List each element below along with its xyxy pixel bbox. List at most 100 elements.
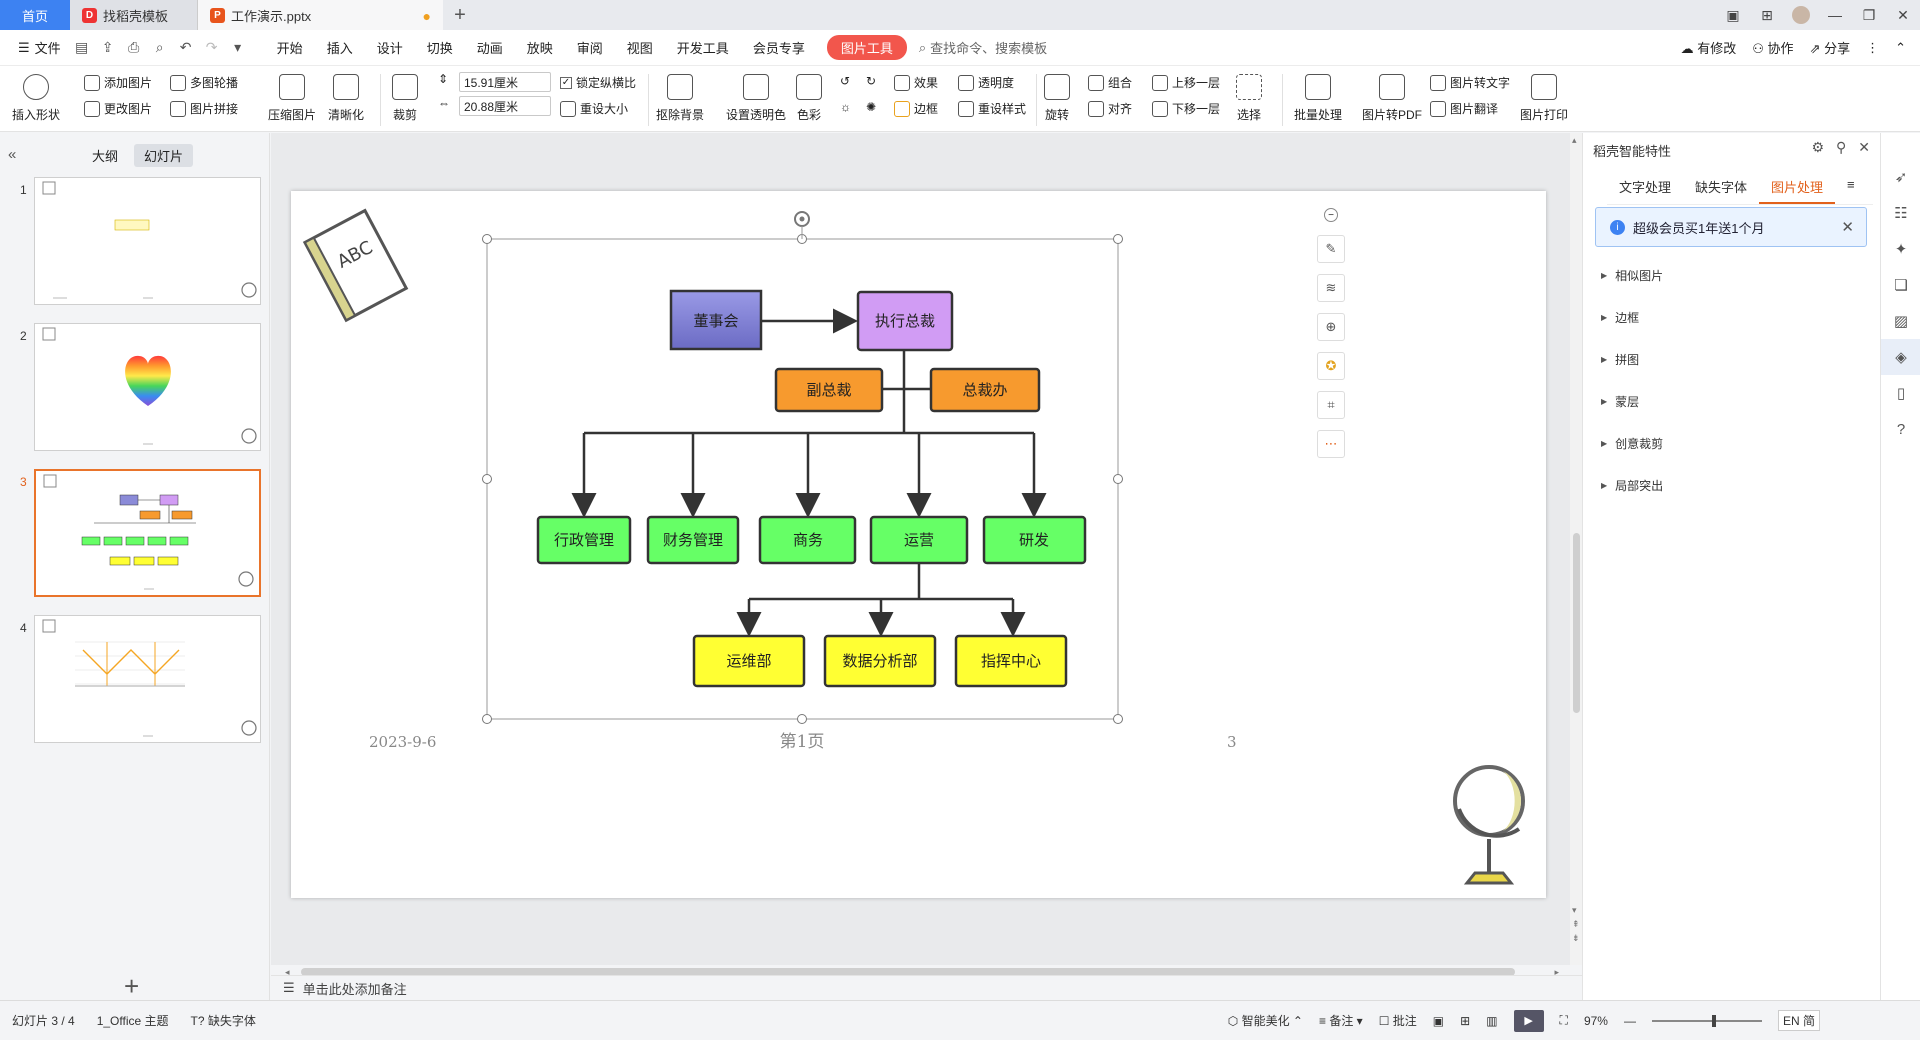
menu-slideshow[interactable]: 放映: [515, 38, 565, 57]
rotate-handle-icon[interactable]: [794, 211, 810, 239]
remove-background-button[interactable]: 抠除背景: [656, 74, 704, 123]
image-to-pdf-button[interactable]: 图片转PDF: [1362, 74, 1422, 123]
section-collage[interactable]: ▶ 拼图: [1601, 351, 1639, 368]
brightness-up-icon[interactable]: ✺: [866, 100, 876, 114]
select-button[interactable]: 选择: [1236, 74, 1262, 123]
tab-slides[interactable]: 幻灯片: [134, 143, 194, 167]
redo-icon[interactable]: ↷: [199, 35, 225, 61]
rotate-left-icon[interactable]: ↺: [840, 74, 850, 88]
zoom-in-icon[interactable]: ⊕: [1317, 313, 1345, 341]
tab-image-processing[interactable]: 图片处理: [1759, 171, 1836, 204]
border-button[interactable]: 边框: [894, 100, 938, 117]
menu-transitions[interactable]: 切换: [415, 38, 465, 57]
tab-home[interactable]: 首页: [0, 0, 70, 30]
zoom-out-button[interactable]: —: [1624, 1014, 1636, 1028]
change-image-button[interactable]: 更改图片: [84, 100, 152, 117]
zoom-slider[interactable]: [1651, 1014, 1762, 1027]
book-icon[interactable]: ▯: [1881, 375, 1920, 411]
sorter-view-icon[interactable]: ⊞: [1460, 1014, 1470, 1028]
sharpen-button[interactable]: 清晰化: [328, 74, 364, 123]
height-input[interactable]: 20.88厘米: [459, 96, 551, 116]
rocket-icon[interactable]: ➶: [1881, 159, 1920, 195]
more-options-icon[interactable]: ⋯: [1317, 430, 1345, 458]
apps-grid-icon[interactable]: ⊞: [1750, 0, 1784, 30]
edit-image-icon[interactable]: ✎: [1317, 235, 1345, 263]
tab-template-store[interactable]: D 找稻壳模板: [70, 0, 198, 30]
tab-menu-icon[interactable]: ≡: [1835, 171, 1867, 204]
notes-area[interactable]: ☰ 单击此处添加备注: [271, 975, 1582, 1000]
more-icon[interactable]: ⋮: [1866, 40, 1879, 56]
send-backward-button[interactable]: 下移一层: [1152, 100, 1220, 117]
avatar[interactable]: [1784, 0, 1818, 30]
help-icon[interactable]: ?: [1881, 411, 1920, 447]
member-promo-banner[interactable]: i 超级会员买1年送1个月 ✕: [1595, 207, 1867, 247]
layout-icon[interactable]: ▣: [1716, 0, 1750, 30]
menu-developer[interactable]: 开发工具: [665, 38, 741, 57]
image-to-text-button[interactable]: 图片转文字: [1430, 74, 1510, 91]
normal-view-icon[interactable]: ▣: [1433, 1014, 1444, 1028]
transparency-button[interactable]: 透明度: [958, 74, 1014, 91]
slide-thumbnail-selected[interactable]: [34, 469, 261, 597]
menu-picture-tools[interactable]: 图片工具: [826, 35, 907, 60]
theme-name[interactable]: 1_Office 主题: [97, 1012, 169, 1029]
image-translate-button[interactable]: 图片翻译: [1430, 100, 1498, 117]
settings-icon[interactable]: ⚙: [1811, 139, 1824, 156]
play-slideshow-button[interactable]: ▶: [1513, 1009, 1544, 1032]
fit-window-icon[interactable]: ⛶: [1560, 1013, 1568, 1028]
zoom-out-icon[interactable]: −: [1317, 205, 1345, 225]
close-banner-icon[interactable]: ✕: [1841, 218, 1854, 236]
share-button[interactable]: ⇗ 分享: [1810, 38, 1851, 57]
new-tab-button[interactable]: +: [443, 0, 477, 30]
effects-button[interactable]: 效果: [894, 74, 938, 91]
menu-review[interactable]: 审阅: [565, 38, 615, 57]
tab-document[interactable]: P 工作演示.pptx ●: [198, 0, 443, 30]
menu-view[interactable]: 视图: [615, 38, 665, 57]
zoom-slider-knob[interactable]: [1711, 1014, 1716, 1027]
tab-outline[interactable]: 大纲: [82, 144, 128, 167]
lock-ratio-checkbox[interactable]: ✓ 锁定纵横比: [560, 74, 636, 91]
reset-style-button[interactable]: 重设样式: [958, 100, 1026, 117]
tab-text-processing[interactable]: 文字处理: [1607, 171, 1683, 204]
close-panel-icon[interactable]: ✕: [1858, 139, 1870, 156]
image-print-button[interactable]: 图片打印: [1520, 74, 1568, 123]
menu-home[interactable]: 开始: [265, 38, 315, 57]
modified-button[interactable]: ☁ 有修改: [1681, 38, 1737, 57]
bring-forward-button[interactable]: 上移一层: [1152, 74, 1220, 91]
brightness-down-icon[interactable]: ☼: [840, 100, 851, 114]
align-button[interactable]: 对齐: [1088, 100, 1132, 117]
save-icon[interactable]: ▤: [69, 35, 95, 61]
crop-tool-icon[interactable]: ⌗: [1317, 391, 1345, 419]
smart-feature-icon[interactable]: ◈: [1881, 339, 1920, 375]
slide-thumbnail[interactable]: [34, 323, 261, 451]
undo-icon[interactable]: ↶: [173, 35, 199, 61]
add-slide-button[interactable]: +: [124, 971, 139, 1002]
collapse-ribbon-icon[interactable]: ⌃: [1895, 40, 1906, 56]
width-input[interactable]: 15.91厘米: [459, 72, 551, 92]
group-button[interactable]: 组合: [1088, 74, 1132, 91]
missing-font-button[interactable]: T? 缺失字体: [191, 1012, 256, 1029]
add-image-button[interactable]: 添加图片: [84, 74, 152, 91]
close-window-button[interactable]: ✕: [1886, 0, 1920, 30]
comments-button[interactable]: ☐ 批注: [1379, 1012, 1417, 1029]
image-stitch-button[interactable]: 图片拼接: [170, 100, 238, 117]
color-button[interactable]: 色彩: [796, 74, 822, 123]
reading-view-icon[interactable]: ▥: [1486, 1014, 1497, 1028]
menu-design[interactable]: 设计: [365, 38, 415, 57]
collab-button[interactable]: ⚇ 协作: [1752, 38, 1793, 57]
compress-image-button[interactable]: 压缩图片: [268, 74, 316, 123]
vertical-scrollbar[interactable]: ▴ ▾ ⇞ ⇟: [1570, 133, 1582, 965]
minimize-button[interactable]: —: [1818, 0, 1852, 30]
slide-thumbnail[interactable]: [34, 177, 261, 305]
zoom-level[interactable]: 97%: [1584, 1014, 1608, 1028]
smart-beautify-button[interactable]: ⬡ 智能美化 ⌃: [1228, 1012, 1303, 1029]
restore-button[interactable]: ❐: [1852, 0, 1886, 30]
section-local-highlight[interactable]: ▶ 局部突出: [1601, 477, 1663, 494]
insert-shape-button[interactable]: 插入形状: [12, 74, 60, 123]
rotate-button[interactable]: 旋转: [1044, 74, 1070, 123]
section-mask[interactable]: ▶ 蒙层: [1601, 393, 1639, 410]
export-icon[interactable]: ⇪: [95, 35, 121, 61]
set-transparent-button[interactable]: 设置透明色: [726, 74, 786, 123]
notes-toggle-button[interactable]: ≡ 备注 ▾: [1319, 1012, 1363, 1029]
preview-icon[interactable]: ⌕: [147, 35, 173, 61]
quick-access-more-icon[interactable]: ▾: [225, 35, 251, 61]
